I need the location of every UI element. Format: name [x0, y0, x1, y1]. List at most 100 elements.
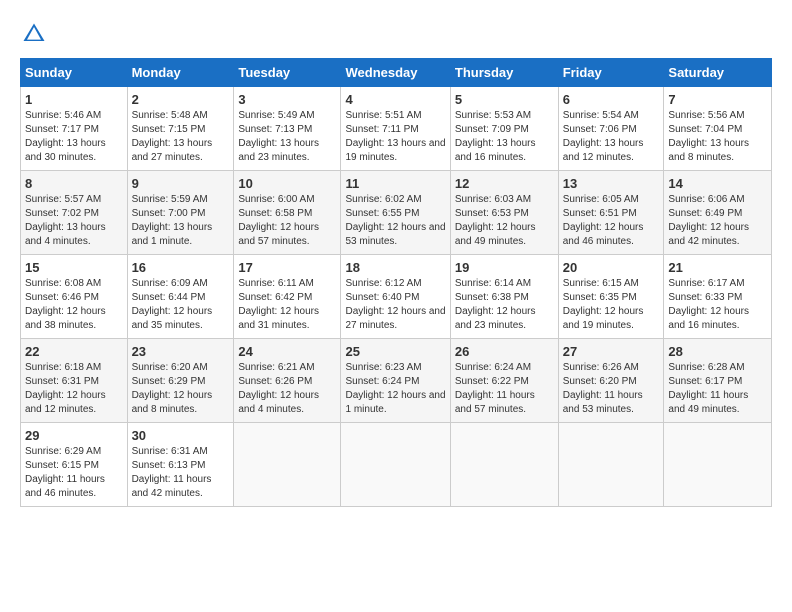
page-header	[20, 20, 772, 48]
calendar-cell: 15 Sunrise: 6:08 AMSunset: 6:46 PMDaylig…	[21, 255, 128, 339]
calendar-cell: 29 Sunrise: 6:29 AMSunset: 6:15 PMDaylig…	[21, 423, 128, 507]
day-info: Sunrise: 6:14 AMSunset: 6:38 PMDaylight:…	[455, 277, 554, 333]
day-info: Sunrise: 6:03 AMSunset: 6:53 PMDaylight:…	[455, 193, 554, 249]
day-number: 2	[132, 92, 230, 107]
calendar-cell	[558, 423, 664, 507]
calendar-week-row: 29 Sunrise: 6:29 AMSunset: 6:15 PMDaylig…	[21, 423, 772, 507]
day-info: Sunrise: 6:21 AMSunset: 6:26 PMDaylight:…	[238, 361, 336, 417]
day-number: 1	[25, 92, 123, 107]
calendar-cell: 23 Sunrise: 6:20 AMSunset: 6:29 PMDaylig…	[127, 339, 234, 423]
calendar-cell: 26 Sunrise: 6:24 AMSunset: 6:22 PMDaylig…	[450, 339, 558, 423]
day-number: 25	[345, 344, 445, 359]
day-number: 15	[25, 260, 123, 275]
calendar-cell: 5 Sunrise: 5:53 AMSunset: 7:09 PMDayligh…	[450, 87, 558, 171]
day-info: Sunrise: 6:24 AMSunset: 6:22 PMDaylight:…	[455, 361, 554, 417]
calendar-table: SundayMondayTuesdayWednesdayThursdayFrid…	[20, 58, 772, 507]
calendar-cell: 6 Sunrise: 5:54 AMSunset: 7:06 PMDayligh…	[558, 87, 664, 171]
calendar-cell: 28 Sunrise: 6:28 AMSunset: 6:17 PMDaylig…	[664, 339, 772, 423]
day-info: Sunrise: 5:56 AMSunset: 7:04 PMDaylight:…	[668, 109, 767, 165]
day-number: 19	[455, 260, 554, 275]
calendar-cell: 4 Sunrise: 5:51 AMSunset: 7:11 PMDayligh…	[341, 87, 450, 171]
calendar-cell: 16 Sunrise: 6:09 AMSunset: 6:44 PMDaylig…	[127, 255, 234, 339]
calendar-cell	[664, 423, 772, 507]
day-info: Sunrise: 5:59 AMSunset: 7:00 PMDaylight:…	[132, 193, 230, 249]
logo-icon	[20, 20, 48, 48]
day-info: Sunrise: 5:49 AMSunset: 7:13 PMDaylight:…	[238, 109, 336, 165]
day-info: Sunrise: 6:08 AMSunset: 6:46 PMDaylight:…	[25, 277, 123, 333]
day-header-tuesday: Tuesday	[234, 59, 341, 87]
day-header-sunday: Sunday	[21, 59, 128, 87]
calendar-cell	[234, 423, 341, 507]
calendar-cell: 21 Sunrise: 6:17 AMSunset: 6:33 PMDaylig…	[664, 255, 772, 339]
day-number: 18	[345, 260, 445, 275]
day-number: 29	[25, 428, 123, 443]
logo	[20, 20, 52, 48]
day-number: 6	[563, 92, 660, 107]
calendar-cell: 14 Sunrise: 6:06 AMSunset: 6:49 PMDaylig…	[664, 171, 772, 255]
day-number: 10	[238, 176, 336, 191]
calendar-cell: 25 Sunrise: 6:23 AMSunset: 6:24 PMDaylig…	[341, 339, 450, 423]
day-info: Sunrise: 6:15 AMSunset: 6:35 PMDaylight:…	[563, 277, 660, 333]
calendar-cell: 8 Sunrise: 5:57 AMSunset: 7:02 PMDayligh…	[21, 171, 128, 255]
calendar-cell: 2 Sunrise: 5:48 AMSunset: 7:15 PMDayligh…	[127, 87, 234, 171]
day-number: 3	[238, 92, 336, 107]
day-info: Sunrise: 6:02 AMSunset: 6:55 PMDaylight:…	[345, 193, 445, 249]
calendar-header-row: SundayMondayTuesdayWednesdayThursdayFrid…	[21, 59, 772, 87]
calendar-cell: 30 Sunrise: 6:31 AMSunset: 6:13 PMDaylig…	[127, 423, 234, 507]
day-info: Sunrise: 6:06 AMSunset: 6:49 PMDaylight:…	[668, 193, 767, 249]
day-info: Sunrise: 6:11 AMSunset: 6:42 PMDaylight:…	[238, 277, 336, 333]
calendar-cell: 10 Sunrise: 6:00 AMSunset: 6:58 PMDaylig…	[234, 171, 341, 255]
day-info: Sunrise: 6:29 AMSunset: 6:15 PMDaylight:…	[25, 445, 123, 501]
day-info: Sunrise: 5:54 AMSunset: 7:06 PMDaylight:…	[563, 109, 660, 165]
calendar-cell: 12 Sunrise: 6:03 AMSunset: 6:53 PMDaylig…	[450, 171, 558, 255]
day-info: Sunrise: 6:20 AMSunset: 6:29 PMDaylight:…	[132, 361, 230, 417]
day-header-saturday: Saturday	[664, 59, 772, 87]
calendar-cell: 13 Sunrise: 6:05 AMSunset: 6:51 PMDaylig…	[558, 171, 664, 255]
day-info: Sunrise: 5:48 AMSunset: 7:15 PMDaylight:…	[132, 109, 230, 165]
calendar-week-row: 22 Sunrise: 6:18 AMSunset: 6:31 PMDaylig…	[21, 339, 772, 423]
calendar-week-row: 1 Sunrise: 5:46 AMSunset: 7:17 PMDayligh…	[21, 87, 772, 171]
calendar-cell: 27 Sunrise: 6:26 AMSunset: 6:20 PMDaylig…	[558, 339, 664, 423]
day-number: 14	[668, 176, 767, 191]
calendar-cell: 20 Sunrise: 6:15 AMSunset: 6:35 PMDaylig…	[558, 255, 664, 339]
day-info: Sunrise: 6:26 AMSunset: 6:20 PMDaylight:…	[563, 361, 660, 417]
day-number: 11	[345, 176, 445, 191]
day-number: 24	[238, 344, 336, 359]
day-number: 21	[668, 260, 767, 275]
calendar-week-row: 8 Sunrise: 5:57 AMSunset: 7:02 PMDayligh…	[21, 171, 772, 255]
day-number: 26	[455, 344, 554, 359]
day-number: 4	[345, 92, 445, 107]
calendar-cell: 24 Sunrise: 6:21 AMSunset: 6:26 PMDaylig…	[234, 339, 341, 423]
day-number: 30	[132, 428, 230, 443]
calendar-cell: 18 Sunrise: 6:12 AMSunset: 6:40 PMDaylig…	[341, 255, 450, 339]
calendar-cell: 19 Sunrise: 6:14 AMSunset: 6:38 PMDaylig…	[450, 255, 558, 339]
calendar-week-row: 15 Sunrise: 6:08 AMSunset: 6:46 PMDaylig…	[21, 255, 772, 339]
calendar-cell: 7 Sunrise: 5:56 AMSunset: 7:04 PMDayligh…	[664, 87, 772, 171]
calendar-cell: 3 Sunrise: 5:49 AMSunset: 7:13 PMDayligh…	[234, 87, 341, 171]
day-info: Sunrise: 6:28 AMSunset: 6:17 PMDaylight:…	[668, 361, 767, 417]
day-info: Sunrise: 6:31 AMSunset: 6:13 PMDaylight:…	[132, 445, 230, 501]
day-info: Sunrise: 6:23 AMSunset: 6:24 PMDaylight:…	[345, 361, 445, 417]
day-number: 12	[455, 176, 554, 191]
day-number: 13	[563, 176, 660, 191]
day-number: 20	[563, 260, 660, 275]
day-info: Sunrise: 5:53 AMSunset: 7:09 PMDaylight:…	[455, 109, 554, 165]
day-info: Sunrise: 6:12 AMSunset: 6:40 PMDaylight:…	[345, 277, 445, 333]
day-header-wednesday: Wednesday	[341, 59, 450, 87]
day-info: Sunrise: 6:18 AMSunset: 6:31 PMDaylight:…	[25, 361, 123, 417]
day-header-thursday: Thursday	[450, 59, 558, 87]
day-number: 8	[25, 176, 123, 191]
calendar-cell	[450, 423, 558, 507]
calendar-cell: 17 Sunrise: 6:11 AMSunset: 6:42 PMDaylig…	[234, 255, 341, 339]
day-info: Sunrise: 5:46 AMSunset: 7:17 PMDaylight:…	[25, 109, 123, 165]
day-number: 23	[132, 344, 230, 359]
day-number: 22	[25, 344, 123, 359]
day-header-friday: Friday	[558, 59, 664, 87]
day-info: Sunrise: 5:51 AMSunset: 7:11 PMDaylight:…	[345, 109, 445, 165]
calendar-cell	[341, 423, 450, 507]
day-number: 16	[132, 260, 230, 275]
calendar-cell: 11 Sunrise: 6:02 AMSunset: 6:55 PMDaylig…	[341, 171, 450, 255]
day-number: 9	[132, 176, 230, 191]
day-info: Sunrise: 6:05 AMSunset: 6:51 PMDaylight:…	[563, 193, 660, 249]
day-number: 7	[668, 92, 767, 107]
